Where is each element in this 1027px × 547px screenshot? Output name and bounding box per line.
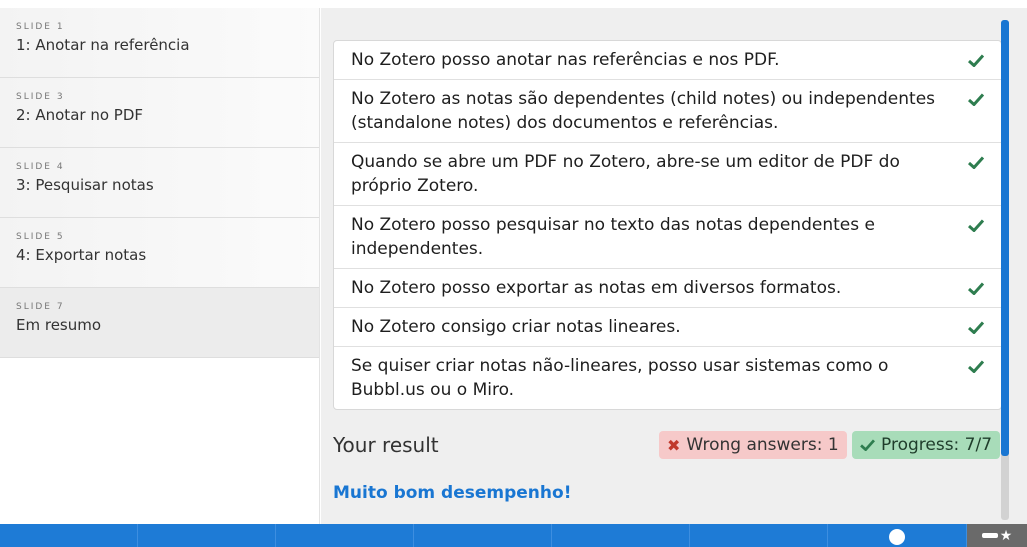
slide-sidebar: SLIDE 1 1: Anotar na referência SLIDE 3 … bbox=[0, 8, 320, 524]
slide-title: Em resumo bbox=[16, 316, 102, 334]
slide-title: 4: Exportar notas bbox=[16, 246, 147, 264]
sidebar-item-slide-4[interactable]: SLIDE 4 3: Pesquisar notas bbox=[0, 148, 319, 218]
progress-segment[interactable] bbox=[0, 524, 138, 547]
sidebar-item-slide-1[interactable]: SLIDE 1 1: Anotar na referência bbox=[0, 8, 319, 78]
slide-number: SLIDE 1 bbox=[16, 22, 65, 32]
slide-title: 2: Anotar no PDF bbox=[16, 106, 143, 124]
slide-title: 3: Pesquisar notas bbox=[16, 176, 154, 194]
feedback-text: Muito bom desempenho! bbox=[333, 483, 572, 503]
sidebar-item-slide-5[interactable]: SLIDE 5 4: Exportar notas bbox=[0, 218, 319, 288]
star-icon: ★ bbox=[999, 527, 1013, 544]
progress-text: Progress: 7/7 bbox=[881, 435, 993, 455]
answer-text: No Zotero consigo criar notas lineares. bbox=[351, 317, 681, 337]
scrollbar-thumb[interactable] bbox=[1001, 20, 1009, 456]
slide-number: SLIDE 3 bbox=[16, 92, 65, 102]
sidebar-item-slide-3[interactable]: SLIDE 3 2: Anotar no PDF bbox=[0, 78, 319, 148]
progress-badge: Progress: 7/7 bbox=[852, 431, 1001, 459]
sidebar-item-slide-7[interactable]: SLIDE 7 Em resumo bbox=[0, 288, 319, 358]
wrong-answers-text: Wrong answers: 1 bbox=[686, 435, 839, 455]
answer-text: No Zotero posso exportar as notas em div… bbox=[351, 278, 842, 298]
answer-text: Se quiser criar notas não-lineares, poss… bbox=[351, 356, 889, 400]
result-label: Your result bbox=[333, 433, 439, 457]
check-icon bbox=[967, 87, 985, 111]
progress-segment[interactable] bbox=[552, 524, 690, 547]
results-panel: No Zotero posso anotar nas referências e… bbox=[321, 8, 1027, 524]
check-icon bbox=[967, 150, 985, 174]
answer-row: No Zotero consigo criar notas lineares. bbox=[334, 308, 1001, 347]
playback-scrubber-handle[interactable] bbox=[889, 529, 905, 545]
check-icon bbox=[967, 354, 985, 378]
answer-row: No Zotero posso exportar as notas em div… bbox=[334, 269, 1001, 308]
answer-text: No Zotero as notas são dependentes (chil… bbox=[351, 89, 936, 133]
answer-text: No Zotero posso pesquisar no texto das n… bbox=[351, 215, 875, 259]
answer-text: Quando se abre um PDF no Zotero, abre-se… bbox=[351, 152, 900, 196]
check-icon bbox=[967, 276, 985, 300]
slide-number: SLIDE 4 bbox=[16, 162, 65, 172]
menu-toggle-button[interactable]: ★ bbox=[967, 524, 1027, 547]
progress-segment[interactable] bbox=[414, 524, 552, 547]
answer-list: No Zotero posso anotar nas referências e… bbox=[333, 40, 1002, 410]
answer-row: No Zotero posso anotar nas referências e… bbox=[334, 41, 1001, 80]
answer-row: No Zotero as notas são dependentes (chil… bbox=[334, 80, 1001, 143]
progress-segment[interactable] bbox=[138, 524, 276, 547]
answer-row: Se quiser criar notas não-lineares, poss… bbox=[334, 347, 1001, 409]
slide-number: SLIDE 5 bbox=[16, 232, 65, 242]
check-icon bbox=[967, 48, 985, 72]
check-icon bbox=[967, 315, 985, 339]
answer-row: No Zotero posso pesquisar no texto das n… bbox=[334, 206, 1001, 269]
progress-segment[interactable] bbox=[690, 524, 828, 547]
answer-row: Quando se abre um PDF no Zotero, abre-se… bbox=[334, 143, 1001, 206]
playback-progress-bar[interactable] bbox=[0, 524, 1027, 547]
check-icon bbox=[860, 439, 875, 451]
top-strip bbox=[0, 0, 1027, 8]
wrong-answers-badge: ✖ Wrong answers: 1 bbox=[659, 431, 847, 459]
cross-icon: ✖ bbox=[667, 435, 681, 455]
bar-icon bbox=[981, 533, 998, 538]
check-icon bbox=[967, 213, 985, 237]
answer-text: No Zotero posso anotar nas referências e… bbox=[351, 50, 780, 70]
progress-segment[interactable] bbox=[276, 524, 414, 547]
slide-title: 1: Anotar na referência bbox=[16, 36, 190, 54]
slide-number: SLIDE 7 bbox=[16, 302, 65, 312]
